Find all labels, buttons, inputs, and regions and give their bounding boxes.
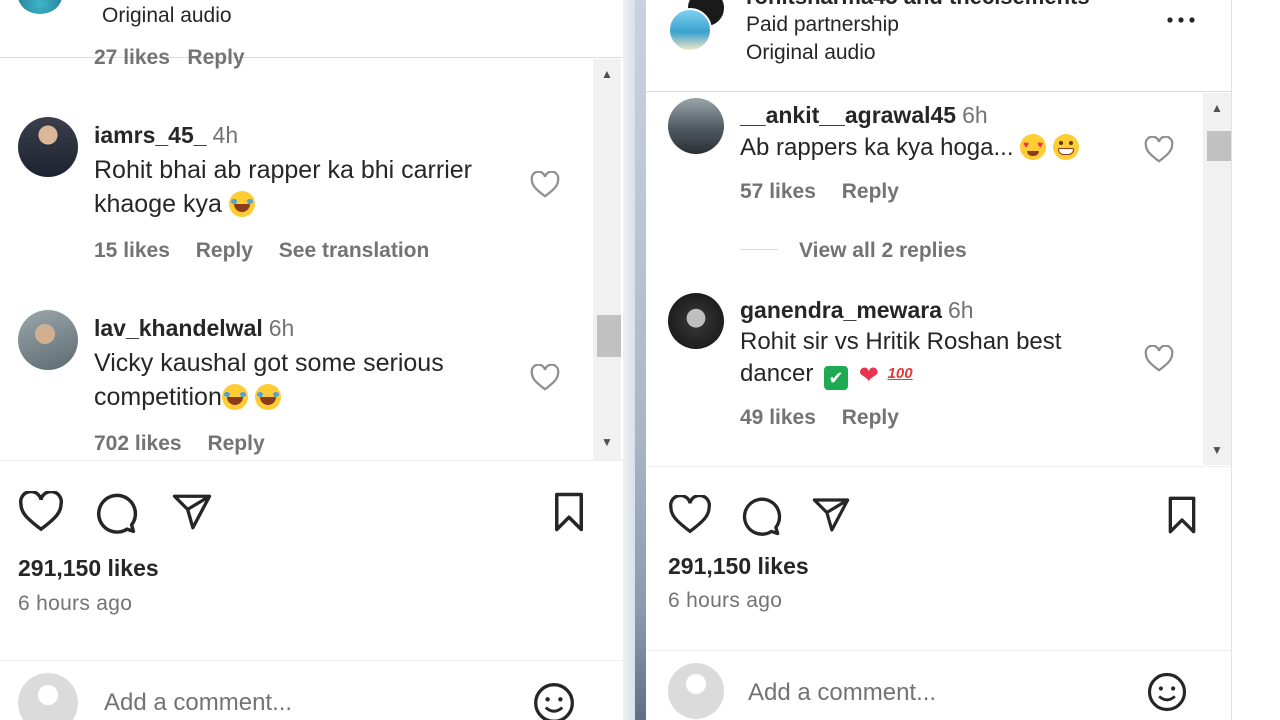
current-user-avatar xyxy=(18,673,78,720)
heart-ribbon-emoji-icon: ❤ xyxy=(858,362,879,389)
comment-username[interactable]: lav_khandelwal xyxy=(94,315,263,341)
bookmark-icon[interactable] xyxy=(1164,495,1200,535)
comments-scrollbar[interactable]: ▲ ▼ xyxy=(1203,93,1231,465)
scroll-up-arrow-icon[interactable]: ▲ xyxy=(593,63,621,85)
add-comment-bar: Add a comment... xyxy=(0,660,623,720)
laughing-emoji-icon xyxy=(221,384,248,410)
post-header: rohitsharma45 and thecisements Paid part… xyxy=(646,0,1231,92)
comments-list[interactable]: __ankit__agrawal45 6h Ab rappers ka kya h… xyxy=(646,93,1231,465)
check-mark-emoji-icon: ✔ xyxy=(824,366,849,390)
comment-text: Rohit sir vs Hritik Roshan best dancer ✔… xyxy=(740,326,1061,392)
comment-username[interactable]: iamrs_45_ xyxy=(94,122,207,148)
post-likes-count[interactable]: 291,150 likes xyxy=(18,555,159,582)
reply-button[interactable]: Reply xyxy=(842,180,899,203)
laughing-emoji-icon xyxy=(228,191,255,217)
scroll-down-arrow-icon[interactable]: ▼ xyxy=(593,431,621,453)
bookmark-icon[interactable] xyxy=(550,491,588,533)
commenter-avatar[interactable] xyxy=(18,310,78,370)
post-panel-right: rohitsharma45 and thecisements Paid part… xyxy=(646,0,1231,720)
commenter-avatar[interactable] xyxy=(668,98,724,154)
comment-item: lav_khandelwal 6h Vicky kaushal got some … xyxy=(0,310,623,460)
comment-text: Ab rappers ka kya hoga... ♥ ♥ xyxy=(740,131,1079,165)
scroll-down-arrow-icon[interactable]: ▼ xyxy=(1203,439,1231,461)
heart-icon[interactable] xyxy=(18,491,64,533)
post-header: Original audio 27 likes Reply xyxy=(0,0,623,69)
post-time-ago: 6 hours ago xyxy=(668,589,783,612)
comment-likes[interactable]: 702 likes xyxy=(94,432,182,455)
author-avatar[interactable] xyxy=(18,0,62,14)
more-icon[interactable] xyxy=(1166,16,1196,24)
post-authors-title[interactable]: rohitsharma45 and thecisements xyxy=(746,0,1090,10)
comment-item: iamrs_45_ 4h Rohit bhai ab rapper ka bhi … xyxy=(0,117,623,277)
see-translation-button[interactable]: See translation xyxy=(279,239,430,262)
comment-text: Vicky kaushal got some serious competiti… xyxy=(94,349,444,411)
comment-time: 6h xyxy=(962,102,988,128)
reply-button[interactable]: Reply xyxy=(842,406,899,429)
comment-likes[interactable]: 57 likes xyxy=(740,180,816,203)
author-avatar[interactable] xyxy=(668,8,712,52)
comment-username[interactable]: __ankit__agrawal45 xyxy=(740,102,956,128)
post-likes-count[interactable]: 291,150 likes xyxy=(668,553,809,580)
comment-like-heart-icon[interactable] xyxy=(530,171,560,199)
scroll-thumb[interactable] xyxy=(597,315,621,357)
commenter-avatar[interactable] xyxy=(668,293,724,349)
background-strip xyxy=(623,0,646,720)
commenter-avatar[interactable] xyxy=(18,117,78,177)
emoji-icon[interactable] xyxy=(532,681,576,720)
hundred-points-emoji-icon: 100 xyxy=(887,365,913,382)
reply-button[interactable]: Reply xyxy=(207,432,264,455)
share-icon[interactable] xyxy=(810,495,852,535)
comment-username[interactable]: ganendra_mewara xyxy=(740,297,942,323)
comment-item: ganendra_mewara 6h Rohit sir vs Hritik Ro… xyxy=(646,293,1231,453)
replies-divider xyxy=(740,249,778,250)
comment-time: 6h xyxy=(268,315,295,341)
comment-like-heart-icon[interactable] xyxy=(1144,345,1174,373)
view-replies-button[interactable]: View all 2 replies xyxy=(799,239,967,263)
comment-likes[interactable]: 49 likes xyxy=(740,406,816,429)
comment-text: Rohit bhai ab rapper ka bhi carrier khao… xyxy=(94,156,472,218)
heart-icon[interactable] xyxy=(668,495,712,535)
comment-like-heart-icon[interactable] xyxy=(1144,136,1174,164)
add-comment-input[interactable]: Add a comment... xyxy=(748,679,936,707)
post-panel-left: Original audio 27 likes Reply iamrs_45_ 4… xyxy=(0,0,623,720)
add-comment-bar: Add a comment... xyxy=(646,650,1231,720)
page-background xyxy=(1231,0,1280,720)
comment-icon[interactable] xyxy=(740,495,782,537)
comment-like-heart-icon[interactable] xyxy=(530,364,560,392)
comment-item: __ankit__agrawal45 6h Ab rappers ka kya h… xyxy=(646,98,1231,268)
comment-likes[interactable]: 15 likes xyxy=(94,239,170,262)
add-comment-input[interactable]: Add a comment... xyxy=(104,689,292,717)
audio-label[interactable]: Original audio xyxy=(746,41,876,65)
laughing-emoji-icon xyxy=(254,384,281,410)
comments-list[interactable]: iamrs_45_ 4h Rohit bhai ab rapper ka bhi … xyxy=(0,59,623,460)
heart-eyes-emoji-icon: ♥ ♥ xyxy=(1020,134,1047,160)
comment-time: 6h xyxy=(947,297,974,323)
share-icon[interactable] xyxy=(170,491,214,533)
scroll-thumb[interactable] xyxy=(1207,131,1231,161)
post-actions: 291,150 likes 6 hours ago xyxy=(646,466,1231,650)
audio-label[interactable]: Original audio xyxy=(102,4,232,28)
post-time-ago: 6 hours ago xyxy=(18,592,133,615)
grinning-emoji-icon xyxy=(1052,134,1079,160)
scroll-up-arrow-icon[interactable]: ▲ xyxy=(1203,97,1231,119)
reply-button[interactable]: Reply xyxy=(196,239,253,262)
paid-partnership-label[interactable]: Paid partnership xyxy=(746,13,899,37)
post-actions: 291,150 likes 6 hours ago xyxy=(0,460,623,660)
comment-icon[interactable] xyxy=(94,491,138,535)
current-user-avatar xyxy=(668,663,724,719)
comment-time: 4h xyxy=(212,122,239,148)
emoji-icon[interactable] xyxy=(1146,671,1188,713)
comments-scrollbar[interactable]: ▲ ▼ xyxy=(593,59,621,460)
